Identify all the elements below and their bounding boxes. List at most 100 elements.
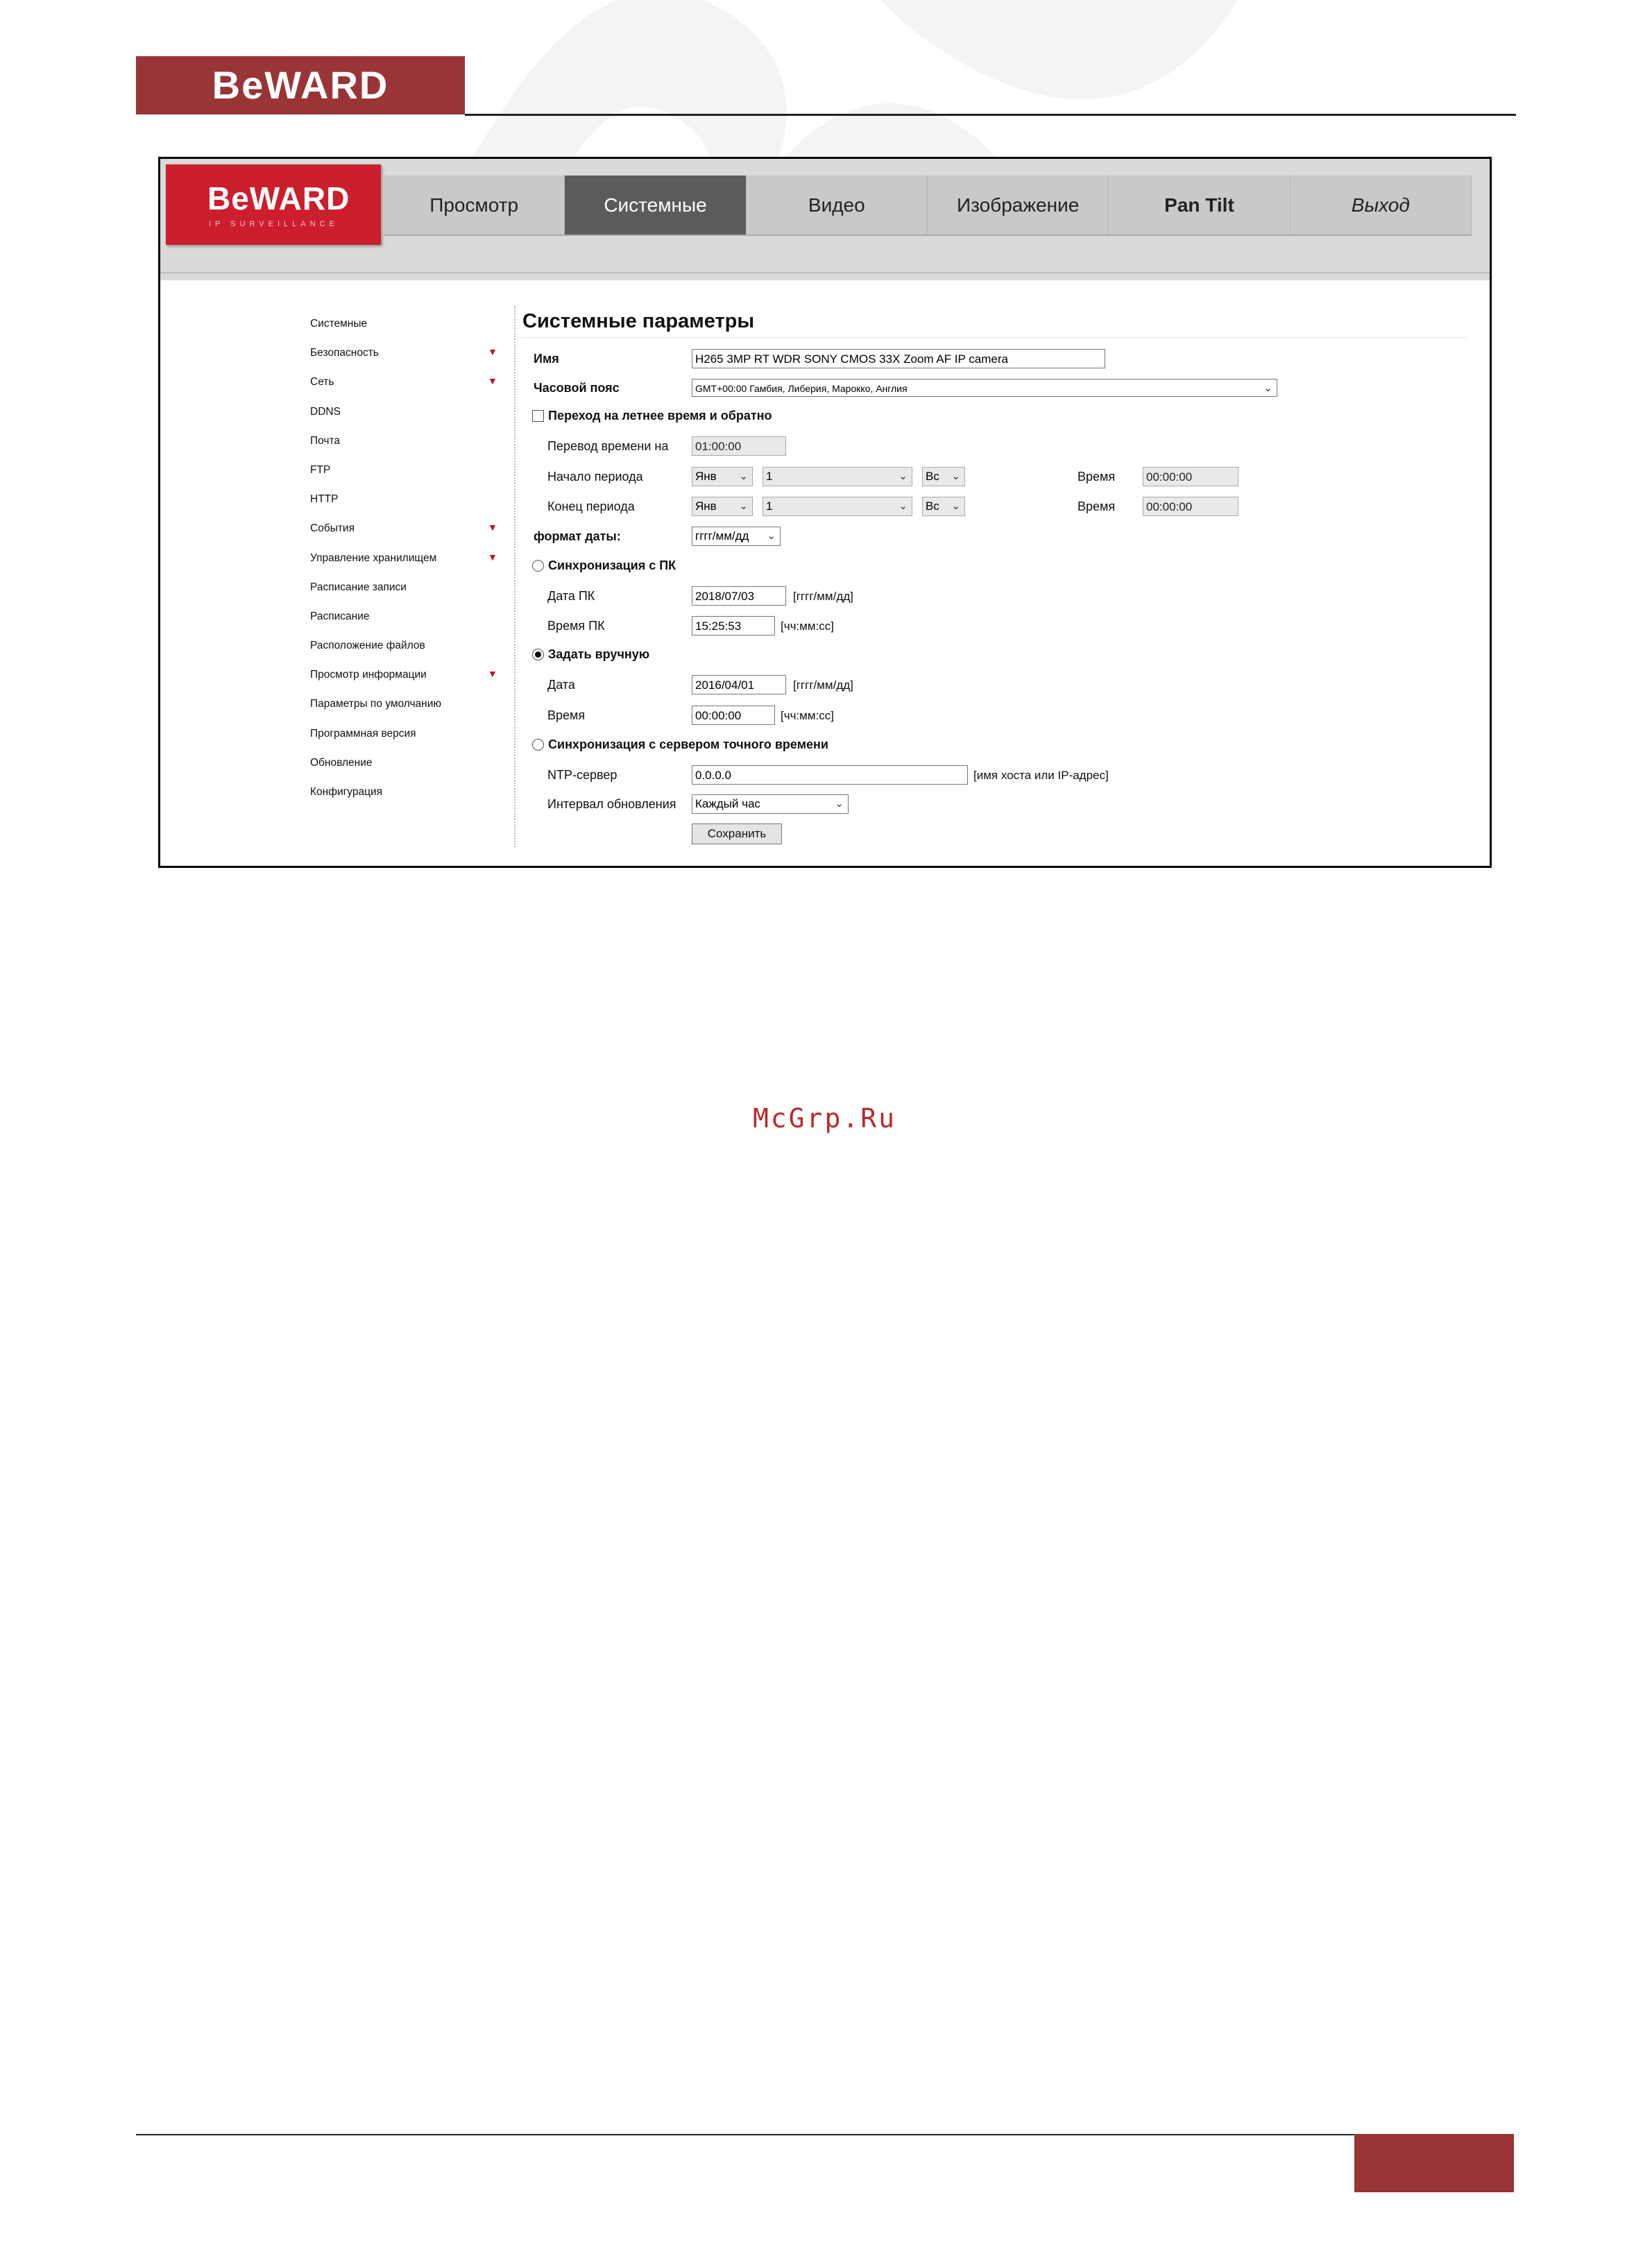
sidebar-item[interactable]: DDNS bbox=[310, 405, 497, 434]
pc-time-hint: [чч:мм:сс] bbox=[781, 620, 834, 633]
sidebar-item-label: Безопасность bbox=[310, 347, 379, 359]
manual-time-hint: [чч:мм:сс] bbox=[781, 709, 834, 722]
sidebar-item-label: Управление хранилищем bbox=[310, 552, 437, 564]
end-week-value: 1 bbox=[766, 500, 773, 513]
chevron-down-icon: ⌄ bbox=[899, 470, 908, 482]
dst-label: Переход на летнее время и обратно bbox=[548, 409, 772, 422]
sidebar-item-label: FTP bbox=[310, 463, 331, 476]
tab-logout[interactable]: Выход bbox=[1291, 176, 1472, 234]
pc-time-label: Время ПК bbox=[547, 619, 605, 633]
sidebar-item[interactable]: Программная версия bbox=[310, 727, 497, 756]
tab-image[interactable]: Изображение bbox=[928, 176, 1109, 234]
pc-time-input[interactable]: 15:25:53 bbox=[692, 616, 775, 635]
camera-logo-sub: IP SURVEILLANCE bbox=[209, 220, 339, 228]
name-input[interactable]: H265 3MP RT WDR SONY CMOS 33X Zoom AF IP… bbox=[692, 349, 1105, 368]
shift-label: Перевод времени на bbox=[547, 439, 669, 453]
sidebar-item[interactable]: События ▼ bbox=[310, 522, 497, 551]
sidebar-item-label: HTTP bbox=[310, 493, 339, 506]
sidebar-item-label: Параметры по умолчанию bbox=[310, 698, 442, 710]
sidebar-item-label: Программная версия bbox=[310, 727, 416, 740]
start-week-select[interactable]: 1 ⌄ bbox=[763, 467, 912, 486]
sidebar-item[interactable]: Расположение файлов bbox=[310, 639, 497, 668]
header-divider bbox=[160, 272, 1490, 273]
start-label: Начало периода bbox=[547, 470, 643, 484]
sidebar-item[interactable]: Сеть ▼ bbox=[310, 375, 497, 404]
sidebar-item-label: DDNS bbox=[310, 405, 341, 418]
manual-time-input[interactable]: 00:00:00 bbox=[692, 706, 775, 725]
end-month-value: Янв bbox=[695, 500, 717, 513]
sidebar-item[interactable]: Параметры по умолчанию bbox=[310, 697, 497, 726]
manual-label: Задать вручную bbox=[548, 647, 650, 661]
end-week-select[interactable]: 1 ⌄ bbox=[763, 497, 912, 516]
timezone-value: GMT+00:00 Гамбия, Либерия, Марокко, Англ… bbox=[695, 383, 908, 394]
tab-system[interactable]: Системные bbox=[565, 176, 747, 234]
start-month-select[interactable]: Янв ⌄ bbox=[692, 467, 753, 486]
end-label: Конец периода bbox=[547, 500, 635, 513]
manual-radio[interactable] bbox=[532, 649, 544, 660]
interval-select[interactable]: Каждый час ⌄ bbox=[692, 794, 849, 814]
tab-view[interactable]: Просмотр bbox=[384, 176, 565, 234]
sidebar-item[interactable]: Просмотр информации ▼ bbox=[310, 668, 497, 697]
chevron-down-icon: ⌄ bbox=[951, 500, 960, 512]
page-title: Системные параметры bbox=[522, 310, 755, 332]
expand-arrow-icon[interactable]: ▼ bbox=[488, 345, 497, 359]
sidebar-item[interactable]: Конфигурация bbox=[310, 785, 497, 814]
sidebar-item[interactable]: Управление хранилищем ▼ bbox=[310, 552, 497, 581]
start-time-input[interactable]: 00:00:00 bbox=[1143, 467, 1238, 486]
sidebar-item[interactable]: Расписание bbox=[310, 610, 497, 639]
main-nav: Просмотр Системные Видео Изображение Pan… bbox=[384, 176, 1472, 236]
sidebar-item-label: Просмотр информации bbox=[310, 669, 427, 681]
title-rule bbox=[522, 337, 1466, 338]
camera-logo: BeWARD IP SURVEILLANCE bbox=[166, 164, 381, 245]
end-day-select[interactable]: Вс ⌄ bbox=[922, 497, 965, 516]
sidebar-item[interactable]: Безопасность ▼ bbox=[310, 346, 497, 375]
sidebar-item[interactable]: Системные bbox=[310, 317, 497, 346]
tab-pan-tilt[interactable]: Pan Tilt bbox=[1109, 176, 1291, 234]
chevron-down-icon: ⌄ bbox=[739, 500, 748, 512]
sidebar-item[interactable]: Расписание записи bbox=[310, 581, 497, 610]
manual-date-input[interactable]: 2016/04/01 bbox=[692, 675, 786, 694]
interval-value: Каждый час bbox=[695, 797, 760, 810]
sidebar-item[interactable]: FTP bbox=[310, 463, 497, 493]
dst-checkbox[interactable] bbox=[532, 410, 544, 422]
ntp-sync-label: Синхронизация с сервером точного времени bbox=[548, 737, 828, 751]
date-format-select[interactable]: гггг/мм/дд ⌄ bbox=[692, 527, 781, 546]
watermark-text: McGrp.Ru bbox=[753, 1103, 897, 1134]
expand-arrow-icon[interactable]: ▼ bbox=[488, 550, 497, 564]
chevron-down-icon: ⌄ bbox=[899, 500, 908, 512]
pc-date-hint: [гггг/мм/дд] bbox=[793, 590, 853, 603]
footer-rule bbox=[136, 2134, 1364, 2135]
sidebar-item-label: Расписание записи bbox=[310, 581, 407, 593]
sync-pc-label: Синхронизация с ПК bbox=[548, 558, 676, 572]
sidebar-item[interactable]: Почта bbox=[310, 434, 497, 463]
beward-logo: BeWARD bbox=[136, 56, 465, 114]
pc-date-label: Дата ПК bbox=[547, 589, 595, 603]
end-month-select[interactable]: Янв ⌄ bbox=[692, 497, 753, 516]
manual-time-label: Время bbox=[547, 708, 586, 722]
shift-input[interactable]: 01:00:00 bbox=[692, 436, 786, 456]
expand-arrow-icon[interactable]: ▼ bbox=[488, 374, 497, 388]
name-label: Имя bbox=[534, 352, 559, 366]
chevron-down-icon: ⌄ bbox=[1263, 382, 1272, 394]
tab-video[interactable]: Видео bbox=[747, 176, 928, 234]
start-time-label: Время bbox=[1078, 470, 1116, 484]
expand-arrow-icon[interactable]: ▼ bbox=[488, 520, 497, 534]
start-day-select[interactable]: Вс ⌄ bbox=[922, 467, 965, 486]
sidebar-item-label: События bbox=[310, 522, 355, 535]
sync-pc-radio[interactable] bbox=[532, 560, 544, 572]
timezone-select[interactable]: GMT+00:00 Гамбия, Либерия, Марокко, Англ… bbox=[692, 379, 1277, 397]
sidebar-item-label: Обновление bbox=[310, 756, 373, 769]
camera-logo-name: BeWARD bbox=[207, 180, 350, 216]
sidebar-menu: Системные Безопасность ▼ Сеть ▼ DDNS Почта FTP H… bbox=[310, 317, 497, 814]
sidebar-item[interactable]: HTTP bbox=[310, 493, 497, 522]
expand-arrow-icon[interactable]: ▼ bbox=[488, 667, 497, 681]
ntp-sync-radio[interactable] bbox=[532, 739, 544, 751]
end-time-input[interactable]: 00:00:00 bbox=[1143, 497, 1238, 516]
pc-date-input[interactable]: 2018/07/03 bbox=[692, 586, 786, 606]
ntp-input[interactable]: 0.0.0.0 bbox=[692, 765, 968, 785]
interval-label: Интервал обновления bbox=[547, 797, 676, 811]
footer-block bbox=[1354, 2134, 1514, 2192]
sidebar-item[interactable]: Обновление bbox=[310, 756, 497, 785]
save-button[interactable]: Сохранить bbox=[692, 823, 782, 844]
header-rule bbox=[465, 114, 1516, 116]
